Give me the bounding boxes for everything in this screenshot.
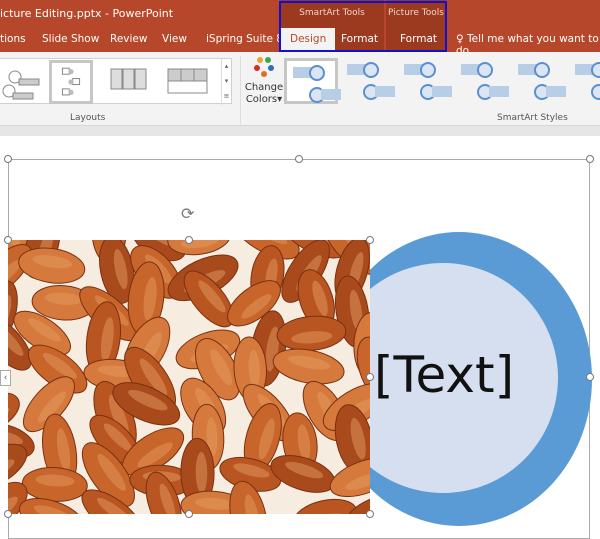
tab-ispring[interactable]: iSpring Suite 8 (206, 33, 283, 45)
picture-handle[interactable] (185, 236, 193, 244)
lightbulb-icon: ♀ (456, 33, 464, 45)
smartart-style-thumb[interactable] (569, 58, 600, 104)
layouts-gallery[interactable]: ▴ ▾ ≡ (0, 58, 232, 105)
highlight-box (279, 1, 447, 52)
tab-slide-show[interactable]: Slide Show (42, 33, 99, 45)
almonds-picture[interactable] (8, 240, 370, 514)
smartart-styles-label: SmartArt Styles (497, 113, 568, 123)
smartart-style-thumb[interactable] (512, 58, 566, 104)
resize-handle[interactable] (4, 155, 12, 163)
smartart-style-thumb[interactable] (284, 58, 341, 104)
change-colors-text: Change (244, 82, 284, 93)
layout-thumb-1[interactable] (1, 63, 45, 103)
group-divider (240, 56, 241, 124)
palette-icon (254, 57, 274, 77)
picture-handle[interactable] (185, 510, 193, 518)
gallery-scroll[interactable]: ▴ ▾ ≡ (221, 59, 231, 105)
picture-handle[interactable] (366, 236, 374, 244)
slide-canvas[interactable]: [Text] ⟳ ‹ (0, 136, 600, 539)
picture-handle[interactable] (4, 236, 12, 244)
tab-animations[interactable]: tions (0, 33, 26, 45)
window-title: icture Editing.pptx - PowerPoint (0, 7, 174, 20)
title-bar: icture Editing.pptx - PowerPoint SmartAr… (0, 0, 600, 57)
rotate-handle-icon[interactable]: ⟳ (181, 204, 194, 223)
tab-review[interactable]: Review (110, 33, 147, 45)
smartart-style-thumb[interactable] (455, 58, 509, 104)
layout-thumb-4[interactable] (165, 63, 209, 103)
colors-text: Colors (245, 94, 278, 105)
resize-handle[interactable] (586, 155, 594, 163)
collapse-text-pane-arrow[interactable]: ‹ (0, 370, 11, 386)
change-colors-button[interactable]: Change Colors▾ (244, 56, 284, 106)
picture-handle[interactable] (366, 510, 374, 518)
layout-thumb-3[interactable] (107, 63, 151, 103)
resize-handle[interactable] (586, 373, 594, 381)
smartart-style-thumb[interactable] (398, 58, 452, 104)
layout-thumb-2-selected[interactable] (49, 60, 93, 104)
layouts-label: Layouts (70, 113, 106, 123)
ribbon: ▴ ▾ ≡ Layouts Change Colors▾ SmartArt Style… (0, 52, 600, 126)
ribbon-separator (0, 126, 600, 136)
picture-handle[interactable] (366, 373, 374, 381)
smartart-style-thumb[interactable] (341, 58, 395, 104)
picture-handle[interactable] (4, 510, 12, 518)
resize-handle[interactable] (295, 155, 303, 163)
tab-view[interactable]: View (162, 33, 187, 45)
shape-text[interactable]: [Text] (374, 346, 514, 404)
